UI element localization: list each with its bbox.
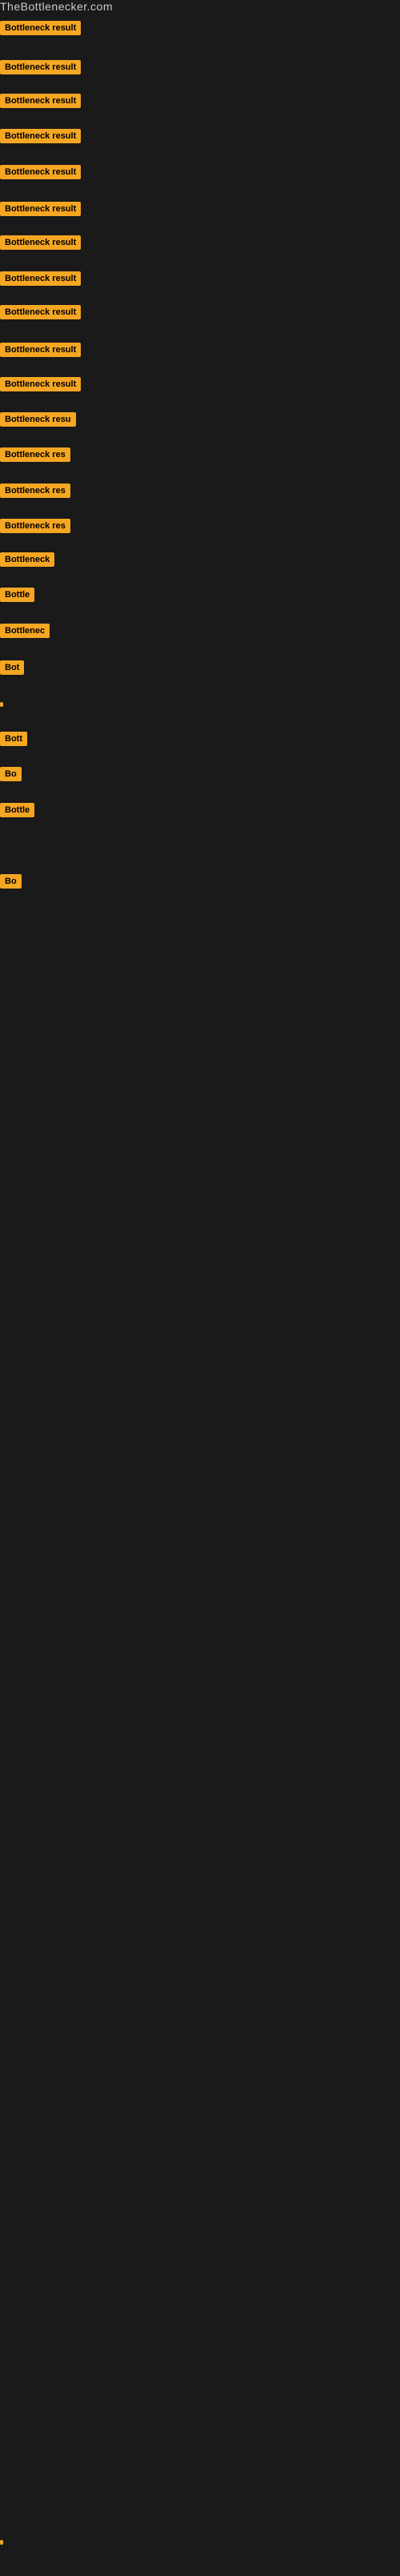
bottleneck-result-row-20 bbox=[0, 696, 3, 711]
bottleneck-result-row-6: Bottleneck result bbox=[0, 202, 81, 220]
bottleneck-badge-7: Bottleneck result bbox=[0, 235, 81, 250]
bottleneck-result-row-11: Bottleneck result bbox=[0, 377, 81, 395]
bottleneck-result-row-23: Bottle bbox=[0, 803, 34, 821]
bottleneck-badge-23: Bottle bbox=[0, 803, 34, 817]
bottleneck-badge-12: Bottleneck resu bbox=[0, 412, 76, 427]
bottleneck-badge-15: Bottleneck res bbox=[0, 519, 70, 533]
bottleneck-badge-20 bbox=[0, 702, 3, 707]
bottleneck-badge-3: Bottleneck result bbox=[0, 94, 81, 108]
bottleneck-result-row-13: Bottleneck res bbox=[0, 447, 70, 466]
bottleneck-badge-9: Bottleneck result bbox=[0, 305, 81, 319]
bottleneck-result-row-19: Bot bbox=[0, 660, 24, 679]
bottleneck-result-row-26 bbox=[0, 2534, 3, 2549]
bottleneck-result-row-8: Bottleneck result bbox=[0, 271, 81, 290]
bottleneck-badge-13: Bottleneck res bbox=[0, 447, 70, 462]
bottleneck-badge-17: Bottle bbox=[0, 588, 34, 602]
bottleneck-badge-26 bbox=[0, 2540, 3, 2545]
bottleneck-badge-4: Bottleneck result bbox=[0, 129, 81, 143]
bottleneck-badge-5: Bottleneck result bbox=[0, 165, 81, 179]
bottleneck-badge-21: Bott bbox=[0, 732, 27, 746]
bottleneck-result-row-22: Bo bbox=[0, 767, 22, 785]
bottleneck-result-row-16: Bottleneck bbox=[0, 552, 54, 571]
bottleneck-result-row-10: Bottleneck result bbox=[0, 343, 81, 361]
bottleneck-result-row-1: Bottleneck result bbox=[0, 21, 81, 39]
bottleneck-result-row-7: Bottleneck result bbox=[0, 235, 81, 254]
bottleneck-result-row-3: Bottleneck result bbox=[0, 94, 81, 112]
bottleneck-result-row-5: Bottleneck result bbox=[0, 165, 81, 183]
bottleneck-badge-19: Bot bbox=[0, 660, 24, 675]
bottleneck-badge-6: Bottleneck result bbox=[0, 202, 81, 216]
bottleneck-badge-10: Bottleneck result bbox=[0, 343, 81, 357]
bottleneck-badge-22: Bo bbox=[0, 767, 22, 781]
bottleneck-result-row-18: Bottlenec bbox=[0, 624, 50, 642]
bottleneck-badge-8: Bottleneck result bbox=[0, 271, 81, 286]
bottleneck-badge-16: Bottleneck bbox=[0, 552, 54, 567]
bottleneck-result-row-15: Bottleneck res bbox=[0, 519, 70, 537]
bottleneck-result-row-12: Bottleneck resu bbox=[0, 412, 76, 431]
bottleneck-badge-11: Bottleneck result bbox=[0, 377, 81, 391]
bottleneck-result-row-17: Bottle bbox=[0, 588, 34, 606]
bottleneck-result-row-9: Bottleneck result bbox=[0, 305, 81, 323]
bottleneck-badge-2: Bottleneck result bbox=[0, 60, 81, 74]
site-title: TheBottlenecker.com bbox=[0, 0, 400, 14]
bottleneck-badge-18: Bottlenec bbox=[0, 624, 50, 638]
bottleneck-badge-25: Bo bbox=[0, 874, 22, 889]
bottleneck-result-row-2: Bottleneck result bbox=[0, 60, 81, 78]
bottleneck-result-row-4: Bottleneck result bbox=[0, 129, 81, 147]
bottleneck-badge-14: Bottleneck res bbox=[0, 484, 70, 498]
bottleneck-badge-1: Bottleneck result bbox=[0, 21, 81, 35]
bottleneck-result-row-14: Bottleneck res bbox=[0, 484, 70, 502]
bottleneck-result-row-25: Bo bbox=[0, 874, 22, 893]
bottleneck-result-row-21: Bott bbox=[0, 732, 27, 750]
